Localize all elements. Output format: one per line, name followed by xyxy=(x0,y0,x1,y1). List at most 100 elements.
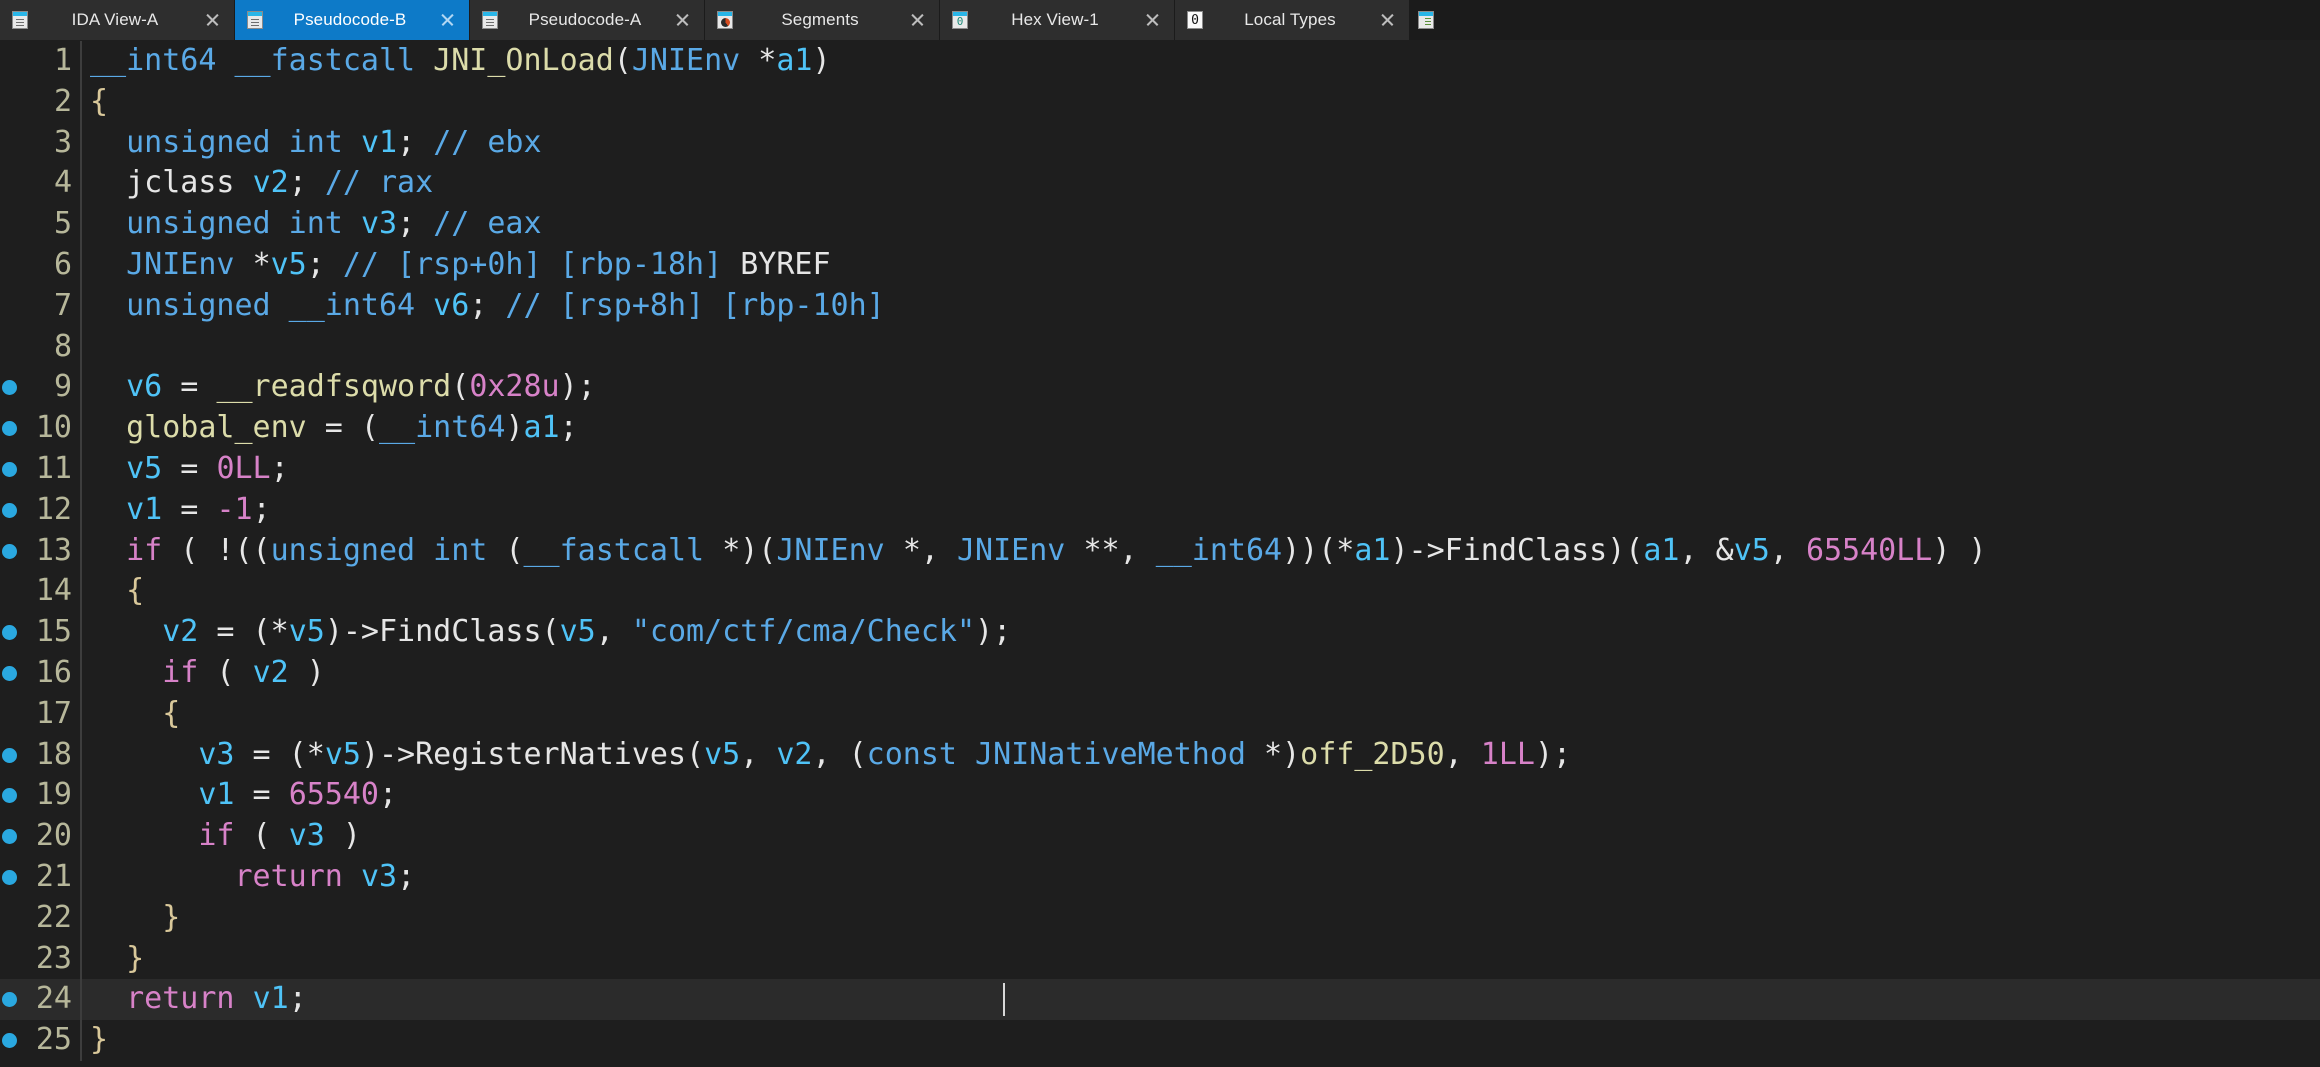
code-token-pun xyxy=(90,777,198,812)
code-token-num: 65540 xyxy=(288,777,379,813)
tab-bar: IDA View-A Pseudocode-B Pseudocode-A Segmen… xyxy=(0,0,2320,40)
code-token-pun: = xyxy=(162,451,217,486)
code-line-text: __int64 __fastcall JNI_OnLoad(JNIEnv *a1… xyxy=(90,41,831,82)
code-line[interactable]: 20 if ( v3 ) xyxy=(0,816,2320,857)
close-icon[interactable] xyxy=(202,9,224,31)
code-line[interactable]: 11 v5 = 0LL; xyxy=(0,449,2320,490)
code-line-text: JNIEnv *v5; // [rsp+0h] [rbp-18h] BYREF xyxy=(90,245,830,286)
code-line[interactable]: 9 v6 = __readfsqword(0x28u); xyxy=(0,367,2320,409)
code-token-typ: unsigned int xyxy=(126,124,361,160)
tab-local-types[interactable]: Local Types xyxy=(1175,0,1410,40)
code-line[interactable]: 22 } xyxy=(0,897,2320,939)
code-line[interactable]: 7 unsigned __int64 v6; // [rsp+8h] [rbp-… xyxy=(0,285,2320,327)
code-token-pun: , xyxy=(1769,532,1806,568)
code-token-typ: __int64 xyxy=(379,410,506,446)
pseudocode-editor[interactable]: 1 __int64 __fastcall JNI_OnLoad(JNIEnv *a… xyxy=(0,40,2320,1067)
line-number: 16 xyxy=(35,655,72,690)
tab-label: IDA View-A xyxy=(71,10,159,29)
tab-label: Pseudocode-B xyxy=(293,10,407,29)
gutter-divider xyxy=(80,122,82,164)
code-line-text: return v3; xyxy=(90,857,416,898)
gutter-divider xyxy=(80,367,82,409)
tab-overflow-icon[interactable] xyxy=(1410,0,1442,40)
gutter-divider xyxy=(80,449,82,490)
code-token-pun: ) xyxy=(288,655,325,690)
code-line-text: v1 = 65540; xyxy=(90,775,397,816)
line-number: 25 xyxy=(35,1022,72,1058)
code-token-var: v1 xyxy=(126,491,163,527)
code-line[interactable]: 21 return v3; xyxy=(0,857,2320,898)
code-line[interactable]: 19 v1 = 65540; xyxy=(0,775,2320,817)
code-line[interactable]: 24 return v1; xyxy=(0,979,2320,1021)
code-token-pun: ( !(( xyxy=(162,532,271,568)
close-icon[interactable] xyxy=(907,9,929,31)
code-line-text: { xyxy=(90,82,108,123)
line-number: 17 xyxy=(35,695,72,731)
code-line[interactable]: 8 xyxy=(0,326,2320,368)
gutter-divider xyxy=(80,938,82,980)
tab-pseudocode-b[interactable]: Pseudocode-B xyxy=(235,0,470,40)
code-line[interactable]: 13 if ( !((unsigned int (__fastcall *)(J… xyxy=(0,530,2320,572)
line-number: 2 xyxy=(53,83,72,119)
code-token-pun: = ( xyxy=(306,410,379,446)
close-icon[interactable] xyxy=(1377,9,1399,31)
close-icon[interactable] xyxy=(1142,9,1164,31)
line-number: 5 xyxy=(53,206,72,242)
code-line[interactable]: 10 global_env = (__int64)a1; xyxy=(0,408,2320,449)
tab-segments[interactable]: Segments xyxy=(705,0,940,40)
code-line[interactable]: 15 v2 = (*v5)->FindClass(v5, "com/ctf/cm… xyxy=(0,612,2320,653)
close-icon[interactable] xyxy=(672,9,694,31)
code-line-text: if ( v2 ) xyxy=(90,653,325,694)
tab-hex-view-1[interactable]: Hex View-1 xyxy=(940,0,1175,40)
gutter-divider xyxy=(80,1020,82,1061)
code-token-brc: } xyxy=(90,940,145,976)
code-line[interactable]: 2{ xyxy=(0,81,2320,123)
code-line[interactable]: 3 unsigned int v1; // ebx xyxy=(0,122,2320,164)
code-token-pun xyxy=(90,533,126,568)
tab-pseudocode-a[interactable]: Pseudocode-A xyxy=(470,0,705,40)
code-line[interactable]: 16 if ( v2 ) xyxy=(0,653,2320,694)
code-line[interactable]: 1 __int64 __fastcall JNI_OnLoad(JNIEnv *a… xyxy=(0,41,2320,82)
code-line[interactable]: 14 { xyxy=(0,571,2320,613)
code-line-text: return v1; xyxy=(90,979,307,1020)
code-token-pun: ; xyxy=(397,124,434,160)
gutter-divider xyxy=(80,530,82,572)
code-token-var: a1 xyxy=(1643,532,1680,568)
code-token-pun: )->FindClass( xyxy=(324,614,560,650)
code-token-cmt: // rax xyxy=(324,165,434,201)
code-line[interactable]: 12 v1 = -1; xyxy=(0,489,2320,531)
code-token-fn: global_env xyxy=(126,410,307,446)
close-icon[interactable] xyxy=(437,9,459,31)
code-token-pun: ; xyxy=(397,206,434,242)
gutter-divider xyxy=(80,245,82,286)
gutter-divider xyxy=(80,979,82,1021)
code-line[interactable]: 5 unsigned int v3; // eax xyxy=(0,204,2320,245)
code-line[interactable]: 23 } xyxy=(0,938,2320,980)
code-line-text: unsigned int v1; // ebx xyxy=(90,123,541,164)
tab-ida-view-a[interactable]: IDA View-A xyxy=(0,0,235,40)
code-line[interactable]: 25} xyxy=(0,1020,2320,1061)
code-token-pun: ( xyxy=(451,369,470,405)
code-token-pun: , ( xyxy=(812,736,867,772)
code-line-text: v5 = 0LL; xyxy=(90,449,289,490)
code-token-pun xyxy=(90,206,126,241)
code-token-pun xyxy=(90,369,126,404)
code-token-pun: ) xyxy=(505,410,524,446)
code-line[interactable]: 4 jclass v2; // rax xyxy=(0,163,2320,205)
line-number: 3 xyxy=(53,124,72,160)
code-token-var: v2 xyxy=(252,165,289,201)
code-token-pun: *)( xyxy=(722,532,777,568)
code-token-pun: jclass xyxy=(90,165,253,201)
code-token-pun xyxy=(343,859,361,894)
code-token-pun: ( xyxy=(613,43,632,78)
code-token-pun: , xyxy=(740,736,777,772)
gutter-divider xyxy=(80,41,82,82)
code-line[interactable]: 17 { xyxy=(0,693,2320,735)
pseudocode-lines-icon xyxy=(12,11,28,29)
code-line[interactable]: 18 v3 = (*v5)->RegisterNatives(v5, v2, (… xyxy=(0,734,2320,776)
code-line[interactable]: 6 JNIEnv *v5; // [rsp+0h] [rbp-18h] BYRE… xyxy=(0,245,2320,286)
gutter-divider xyxy=(80,163,82,205)
gutter-divider xyxy=(80,693,82,735)
text-caret xyxy=(1003,983,1005,1017)
code-token-pun: **, xyxy=(1083,532,1156,568)
